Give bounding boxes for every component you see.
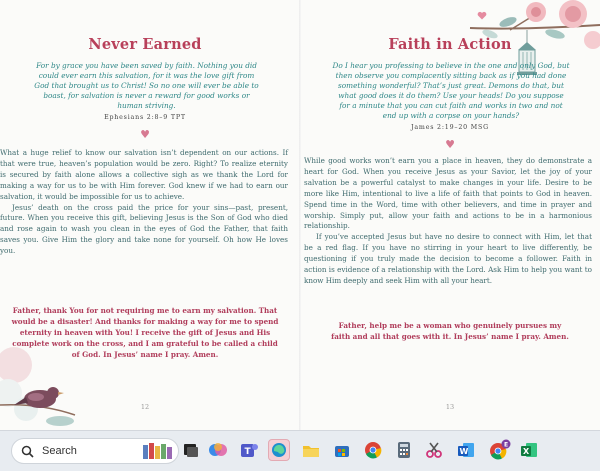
left-page-title: Never Earned [88,36,202,53]
search-icon [21,445,34,458]
left-heart-divider-icon: ♥ [140,128,150,141]
book-gutter [299,0,301,430]
snipping-tool-icon[interactable] [423,439,445,461]
excel-icon[interactable]: X [518,439,540,461]
copilot-icon[interactable] [207,439,229,461]
books-icon[interactable] [139,439,175,461]
right-page-title: Faith in Action [388,36,512,53]
store-icon[interactable] [331,439,353,461]
taskbar: Search T W E X [0,430,600,471]
right-page: Faith in Action Do I hear you professing… [304,0,595,430]
left-page-number: 12 [140,403,150,411]
right-page-verse: Do I hear you professing to believe in t… [332,61,570,120]
calculator-icon[interactable] [393,439,415,461]
right-heart-divider-icon: ♥ [445,138,455,151]
taskbar-search-label: Search [42,445,77,457]
right-page-body: While good works won’t earn you a place … [304,156,592,287]
edge-icon[interactable] [268,439,290,461]
svg-text:W: W [460,447,469,456]
left-page-verse-reference: Ephesians 2:8–9 TPT [104,114,186,121]
task-view-icon[interactable] [180,439,202,461]
teams-icon[interactable]: T [238,439,260,461]
left-page-body: What a huge relief to know our salvation… [0,148,288,257]
chrome-icon[interactable] [362,439,384,461]
right-body-paragraph: While good works won’t earn you a place … [304,156,592,231]
right-body-paragraph: If you’ve accepted Jesus but have no des… [304,232,592,285]
file-explorer-icon[interactable] [300,439,322,461]
left-page-verse: For by grace you have been saved by fait… [34,61,259,110]
book-spread: Never Earned For by grace you have been … [0,0,600,430]
left-page: Never Earned For by grace you have been … [0,0,290,430]
right-page-number: 13 [445,403,455,411]
left-body-paragraph: What a huge relief to know our salvation… [0,148,288,201]
left-body-paragraph: Jesus’ death on the cross paid the price… [0,202,288,256]
right-page-verse-reference: James 2:19–20 MSG [411,124,489,131]
chrome-profile-icon[interactable]: E [487,439,511,461]
svg-text:T: T [245,447,252,457]
left-page-prayer: Father, thank You for not requiring me t… [11,306,279,359]
svg-text:X: X [523,447,530,456]
svg-text:E: E [504,442,508,449]
right-page-prayer: Father, help me be a woman who genuinely… [331,321,569,341]
word-icon[interactable]: W [455,439,477,461]
